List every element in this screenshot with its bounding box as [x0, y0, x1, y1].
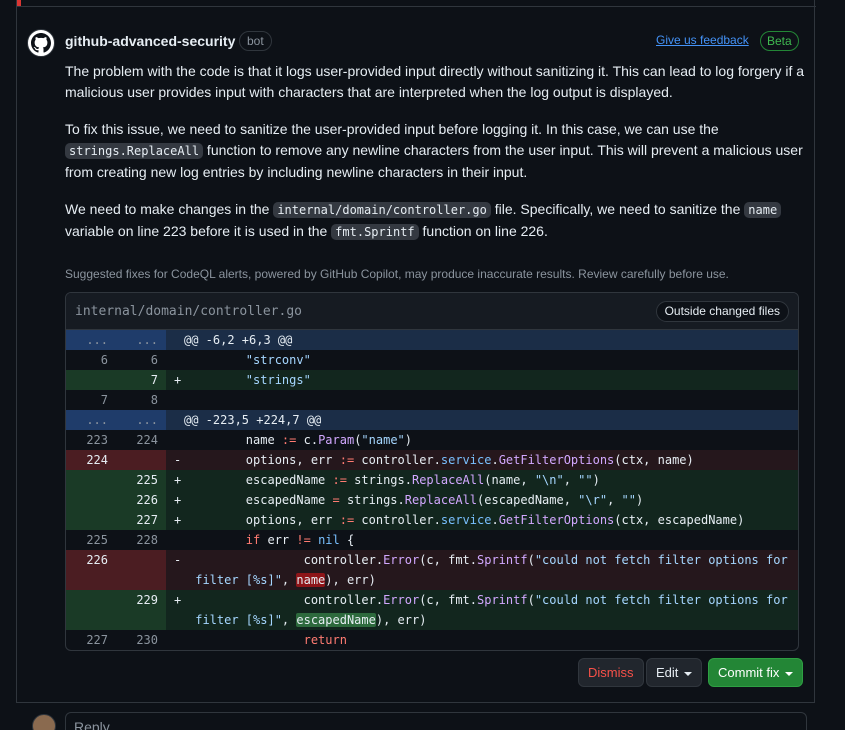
code-line: "strings" [188, 373, 311, 387]
divider [17, 6, 816, 7]
old-line-number: ... [86, 333, 108, 347]
bot-badge: bot [239, 31, 272, 51]
diff-file-path: internal/domain/controller.go [75, 304, 302, 319]
commit-label: Commit fix [718, 665, 780, 680]
diff-sign: - [174, 453, 182, 467]
copilot-disclaimer: Suggested fixes for CodeQL alerts, power… [65, 267, 729, 281]
text: We need to make changes in the [65, 201, 274, 217]
diff-row: 227 230 return [66, 630, 798, 650]
reply-input[interactable]: Reply... [65, 712, 807, 730]
old-line-number: 223 [86, 433, 108, 447]
old-line-number: 6 [100, 353, 108, 367]
diff-row-deleted: 224 - options, err := controller.service… [66, 450, 798, 470]
code-line: controller.Error(c, fmt.Sprintf("could n… [188, 593, 788, 627]
diff-sign: + [174, 373, 182, 387]
diff-sign: + [174, 513, 182, 527]
code-line: name := c.Param("name") [188, 433, 413, 447]
github-logo-icon[interactable] [27, 29, 55, 57]
edit-button[interactable]: Edit [646, 658, 703, 687]
comment-author[interactable]: github-advanced-security [65, 33, 235, 49]
diff-header: internal/domain/controller.go Outside ch… [66, 293, 798, 330]
hunk-text: @@ -223,5 +224,7 @@ [184, 413, 322, 427]
old-line-number: 225 [86, 533, 108, 547]
new-line-number: 8 [150, 393, 158, 407]
chevron-down-icon [785, 671, 794, 676]
text: To fix this issue, we need to sanitize t… [65, 121, 719, 137]
suggested-diff: internal/domain/controller.go Outside ch… [65, 292, 799, 651]
new-line-number[interactable]: ... [116, 330, 166, 350]
diff-row: 223 224 name := c.Param("name") [66, 430, 798, 450]
new-line-number: 228 [136, 533, 158, 547]
diff-row-added: 226 + escapedName = strings.ReplaceAll(e… [66, 490, 798, 510]
new-line-number: 224 [136, 433, 158, 447]
old-line-number: 224 [86, 453, 108, 467]
diff-row-added: 7 + "strings" [66, 370, 798, 390]
diff-row-added: 229 + controller.Error(c, fmt.Sprintf("c… [66, 590, 798, 630]
diff-row-added: 227 + options, err := controller.service… [66, 510, 798, 530]
hunk-text: @@ -6,2 +6,3 @@ [184, 333, 293, 347]
new-line-number: 225 [136, 473, 158, 487]
new-line-number: 229 [136, 593, 158, 607]
code-line: escapedName := strings.ReplaceAll(name, … [188, 473, 600, 487]
inline-code: name [744, 202, 782, 218]
inline-code: internal/domain/controller.go [273, 202, 491, 218]
chevron-down-icon [684, 671, 693, 676]
new-line-number: 7 [150, 373, 158, 387]
diff-sign: - [174, 553, 182, 567]
code-line: escapedName = strings.ReplaceAll(escaped… [188, 493, 644, 507]
avatar[interactable] [32, 714, 56, 730]
inline-code: strings.ReplaceAll [65, 143, 204, 159]
code-line: "strconv" [188, 353, 311, 367]
code-line: if err != nil { [245, 533, 355, 547]
diff-sign: + [174, 473, 182, 487]
comment-paragraph: We need to make changes in the internal/… [65, 199, 805, 243]
new-line-number: 6 [150, 353, 158, 367]
diff-row: 225 228 if err != nil { [66, 530, 798, 550]
text: variable on line 223 before it is used i… [65, 223, 332, 239]
diff-sign: + [174, 593, 182, 607]
diff-row-deleted: 226 - controller.Error(c, fmt.Sprintf("c… [66, 550, 798, 590]
diff-sign: + [174, 493, 182, 507]
new-line-number: 227 [136, 513, 158, 527]
commit-fix-button[interactable]: Commit fix [708, 658, 804, 687]
old-line-number: 227 [86, 633, 108, 647]
new-line-number[interactable]: ... [116, 410, 166, 430]
comment-paragraph: The problem with the code is that it log… [65, 63, 805, 100]
old-line-number: ... [86, 413, 108, 427]
code-line: controller.Error(c, fmt.Sprintf("could n… [188, 553, 788, 587]
code-line: options, err := controller.service.GetFi… [188, 453, 694, 467]
beta-badge: Beta [760, 31, 799, 51]
old-line-number: 226 [86, 553, 108, 567]
edit-label: Edit [656, 665, 679, 680]
comment-paragraph: To fix this issue, we need to sanitize t… [65, 119, 805, 183]
diff-row: 7 8 [66, 390, 798, 410]
diff-row-added: 225 + escapedName := strings.ReplaceAll(… [66, 470, 798, 490]
code-line: return [303, 633, 347, 647]
dismiss-button[interactable]: Dismiss [578, 658, 644, 687]
old-line-number: 7 [100, 393, 108, 407]
hunk-header: ... ... @@ -223,5 +224,7 @@ [66, 410, 798, 430]
inline-code: fmt.Sprintf [331, 224, 419, 240]
outside-changed-files-badge: Outside changed files [655, 301, 789, 322]
text: function on line 226. [418, 223, 548, 239]
new-line-number: 226 [136, 493, 158, 507]
text: file. Specifically, we need to sanitize … [490, 201, 745, 217]
code-line: options, err := controller.service.GetFi… [188, 513, 745, 527]
feedback-link[interactable]: Give us feedback [656, 33, 749, 47]
new-line-number: 230 [136, 633, 158, 647]
diff-row: 6 6 "strconv" [66, 350, 798, 370]
hunk-header: ... ... @@ -6,2 +6,3 @@ [66, 330, 798, 350]
